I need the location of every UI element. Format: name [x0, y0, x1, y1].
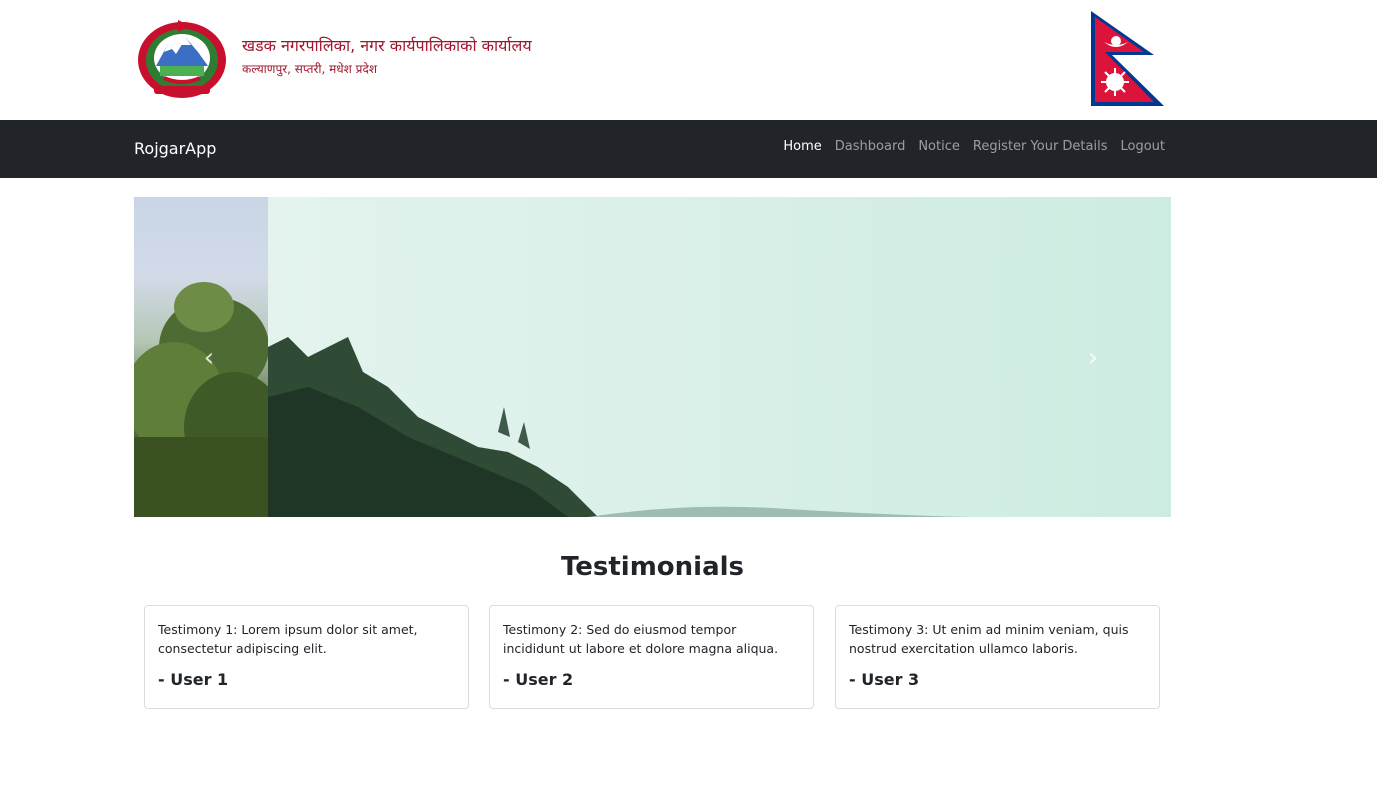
nav-link-dashboard[interactable]: Dashboard	[835, 139, 906, 154]
testimonial-text: Testimony 2: Sed do eiusmod tempor incid…	[503, 622, 779, 656]
site-header: खडक नगरपालिका, नगर कार्यपालिकाको कार्याल…	[0, 0, 1377, 120]
nav-link-home[interactable]: Home	[783, 139, 821, 154]
testimonial-user: - User 2	[503, 670, 574, 689]
nepal-government-emblem-icon	[138, 20, 226, 98]
testimonial-user: - User 1	[158, 670, 229, 689]
testimonial-card: Testimony 3: Ut enim ad minim veniam, qu…	[835, 605, 1160, 709]
nav-link-register[interactable]: Register Your Details	[973, 139, 1108, 154]
nepal-flag-icon	[1091, 11, 1164, 106]
navbar: RojgarApp Home Dashboard Notice Register…	[0, 120, 1377, 178]
nav-link-notice[interactable]: Notice	[918, 139, 960, 154]
testimonials-title: Testimonials	[560, 552, 745, 582]
chevron-left-icon[interactable]: ‹	[194, 341, 224, 375]
testimonial-text: Testimony 3: Ut enim ad minim veniam, qu…	[849, 622, 1129, 656]
testimonial-card: Testimony 2: Sed do eiusmod tempor incid…	[489, 605, 814, 709]
testimonial-text: Testimony 1: Lorem ipsum dolor sit amet,…	[158, 622, 418, 656]
carousel-slide-active	[268, 197, 1171, 517]
org-name: खडक नगरपालिका, नगर कार्यपालिकाको कार्याल…	[242, 36, 532, 55]
testimonial-card: Testimony 1: Lorem ipsum dolor sit amet,…	[144, 605, 469, 709]
nav-links: Home Dashboard Notice Register Your Deta…	[783, 139, 1165, 154]
org-address: कल्याणपुर, सप्तरी, मधेश प्रदेश	[242, 62, 377, 76]
brand-link[interactable]: RojgarApp	[134, 139, 216, 158]
testimonial-user: - User 3	[849, 670, 920, 689]
nav-link-logout[interactable]: Logout	[1120, 139, 1165, 154]
image-carousel: ‹ ›	[134, 197, 1171, 517]
chevron-right-icon[interactable]: ›	[1078, 341, 1108, 375]
forest-mist-image	[268, 197, 1171, 517]
